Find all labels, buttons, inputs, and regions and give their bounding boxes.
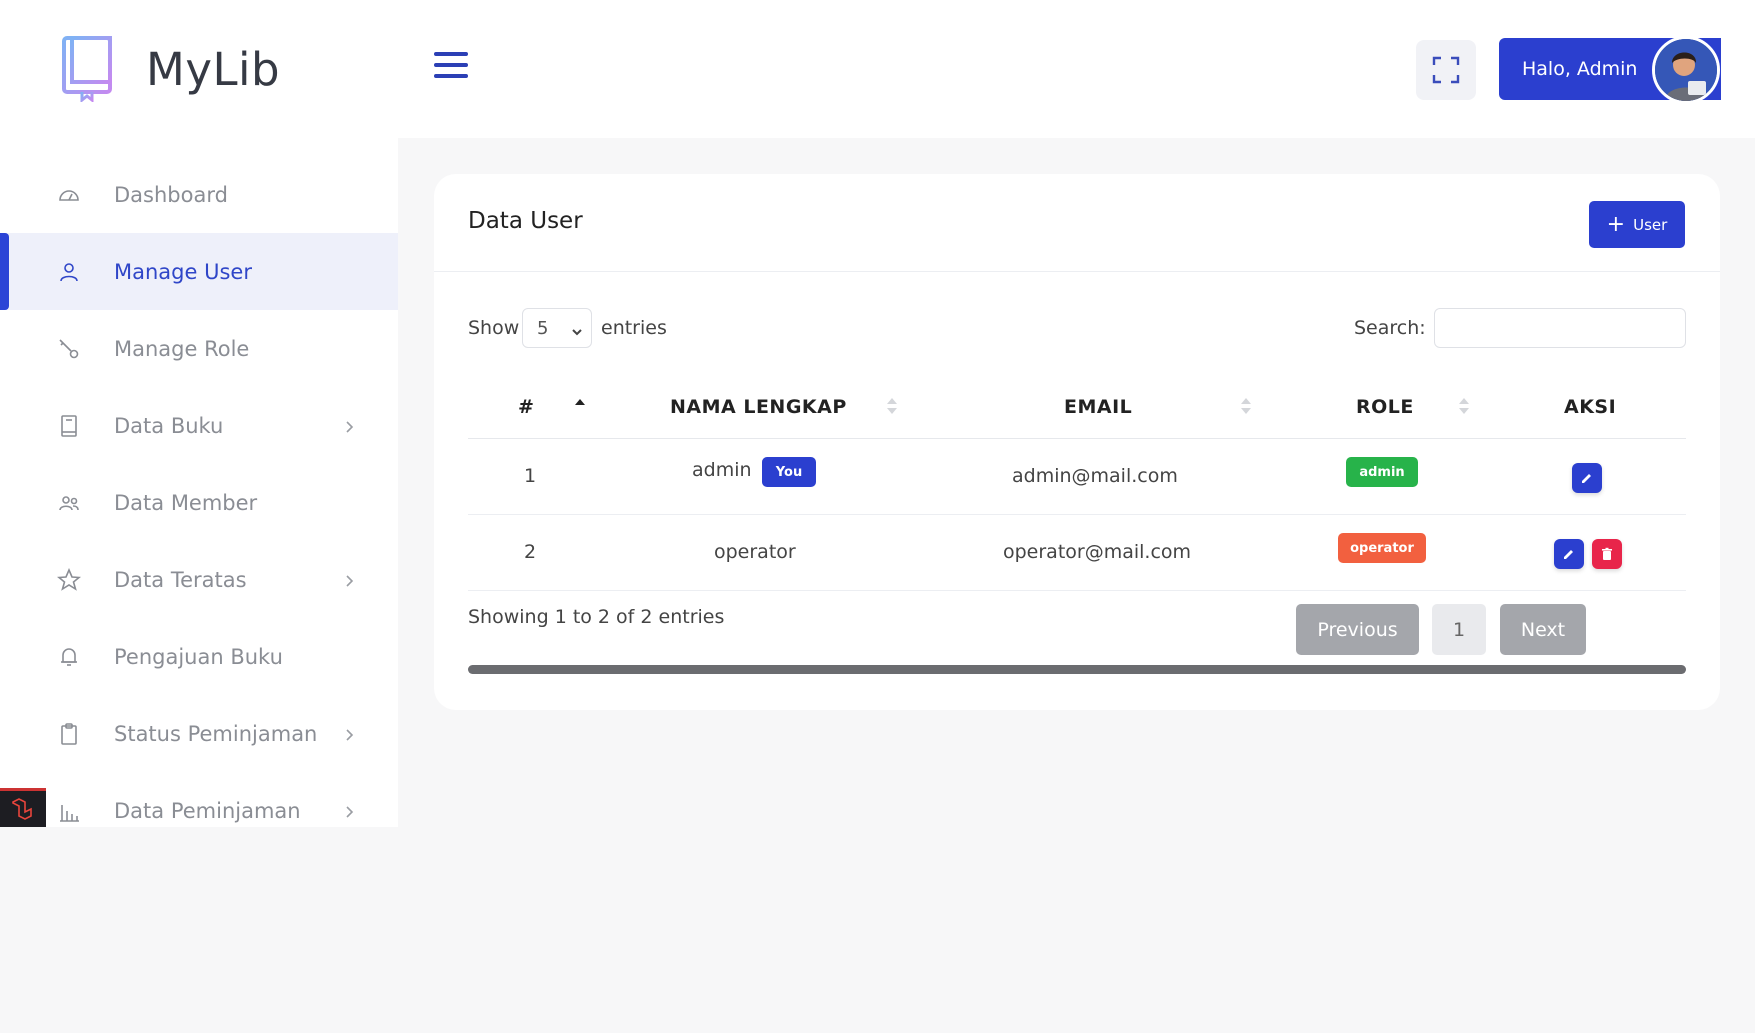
sidebar-item-label: Data Buku (114, 413, 224, 438)
sidebar-item-data-teratas[interactable]: Data Teratas (0, 541, 398, 618)
plus-icon: + (1606, 211, 1626, 237)
user-table: # NAMA LENGKAP EMAIL ROLE AKSI 1 admin Y… (468, 374, 1686, 591)
users-icon (56, 490, 82, 516)
sidebar-item-label: Status Peminjaman (114, 721, 318, 746)
delete-button[interactable] (1592, 539, 1622, 569)
brand[interactable]: MyLib (60, 36, 280, 102)
table-row: 1 admin You admin@mail.com admin (468, 439, 1686, 515)
sidebar-item-manage-role[interactable]: Manage Role (0, 310, 398, 387)
pencil-icon (1564, 550, 1573, 559)
star-icon (56, 567, 82, 593)
sort-icon[interactable] (1240, 396, 1252, 416)
user-icon (56, 259, 82, 285)
chevron-right-icon (342, 804, 356, 818)
chevron-down-icon (571, 322, 583, 336)
fullscreen-button[interactable] (1416, 40, 1476, 100)
sidebar-item-pengajuan-buku[interactable]: Pengajuan Buku (0, 618, 398, 695)
sidebar: MyLib Dashboard Manage User Manage Role … (0, 0, 398, 827)
show-label: Show (468, 317, 520, 339)
book-icon (56, 413, 82, 439)
chevron-right-icon (342, 419, 356, 433)
sidebar-item-label: Manage User (114, 259, 252, 284)
book-logo-icon (62, 36, 112, 102)
table-info: Showing 1 to 2 of 2 entries (468, 606, 725, 628)
gauge-icon (56, 182, 82, 208)
card-header: Data User + User (434, 174, 1720, 272)
sidebar-item-dashboard[interactable]: Dashboard (0, 156, 398, 233)
sidebar-nav: Dashboard Manage User Manage Role Data B… (0, 156, 398, 849)
chevron-right-icon (342, 727, 356, 741)
row-number: 1 (524, 465, 537, 487)
sidebar-item-label: Dashboard (114, 182, 228, 207)
row-email: operator@mail.com (1003, 541, 1192, 563)
hamburger-menu-icon[interactable] (434, 52, 468, 82)
row-name: operator (714, 541, 796, 563)
table-row: 2 operator operator@mail.com operator (468, 515, 1686, 591)
edit-button[interactable] (1572, 463, 1602, 493)
you-badge: You (762, 457, 816, 487)
trash-icon (1602, 547, 1612, 560)
sidebar-item-label: Data Peminjaman (114, 798, 301, 823)
previous-button[interactable]: Previous (1296, 604, 1419, 655)
row-name: admin (692, 459, 752, 481)
sidebar-item-label: Manage Role (114, 336, 250, 361)
top-header: Halo, Admin (398, 0, 1755, 138)
search-input[interactable] (1434, 308, 1686, 348)
chevron-right-icon (342, 573, 356, 587)
sidebar-item-data-member[interactable]: Data Member (0, 464, 398, 541)
data-user-card: Data User + User Show 5 entries Search: … (434, 174, 1720, 710)
row-number: 2 (524, 541, 537, 563)
edit-button[interactable] (1554, 539, 1584, 569)
role-badge: operator (1338, 533, 1426, 563)
sidebar-item-label: Data Teratas (114, 567, 247, 592)
table-header: # NAMA LENGKAP EMAIL ROLE AKSI (468, 374, 1686, 439)
column-header-name[interactable]: NAMA LENGKAP (670, 396, 847, 418)
avatar[interactable] (1652, 36, 1720, 104)
column-header-number[interactable]: # (518, 396, 534, 418)
table-controls: Show 5 entries Search: (468, 308, 1686, 348)
sidebar-item-label: Data Member (114, 490, 258, 515)
page-1-button[interactable]: 1 (1432, 604, 1486, 655)
key-icon (56, 336, 82, 362)
search-label: Search: (1354, 317, 1426, 339)
sidebar-item-status-peminjaman[interactable]: Status Peminjaman (0, 695, 398, 772)
clipboard-icon (56, 721, 82, 747)
row-email: admin@mail.com (1012, 465, 1178, 487)
role-badge: admin (1346, 457, 1418, 487)
fullscreen-icon (1432, 56, 1460, 84)
entries-label: entries (601, 317, 667, 339)
sort-icon[interactable] (1458, 396, 1470, 416)
sort-icon[interactable] (886, 396, 898, 416)
column-header-email[interactable]: EMAIL (1064, 396, 1132, 418)
pencil-icon (1582, 474, 1591, 483)
user-greeting: Halo, Admin (1522, 58, 1638, 80)
column-header-role[interactable]: ROLE (1356, 396, 1414, 418)
bar-chart-icon (56, 798, 82, 824)
sidebar-item-data-buku[interactable]: Data Buku (0, 387, 398, 464)
sidebar-item-manage-user[interactable]: Manage User (0, 233, 398, 310)
add-user-label: User (1633, 215, 1668, 234)
entries-select-value: 5 (537, 317, 549, 339)
sidebar-item-label: Pengajuan Buku (114, 644, 283, 669)
sort-asc-icon[interactable] (574, 396, 586, 416)
entries-select[interactable]: 5 (522, 308, 592, 348)
laravel-debugbar-icon[interactable] (0, 788, 46, 827)
horizontal-scrollbar[interactable] (468, 665, 1686, 674)
column-header-aksi: AKSI (1564, 396, 1617, 418)
brand-name: MyLib (146, 42, 281, 96)
next-button[interactable]: Next (1500, 604, 1586, 655)
card-title: Data User (468, 208, 583, 234)
add-user-button[interactable]: + User (1589, 201, 1685, 248)
sidebar-item-data-peminjaman[interactable]: Data Peminjaman (0, 772, 398, 849)
bell-icon (56, 644, 82, 670)
